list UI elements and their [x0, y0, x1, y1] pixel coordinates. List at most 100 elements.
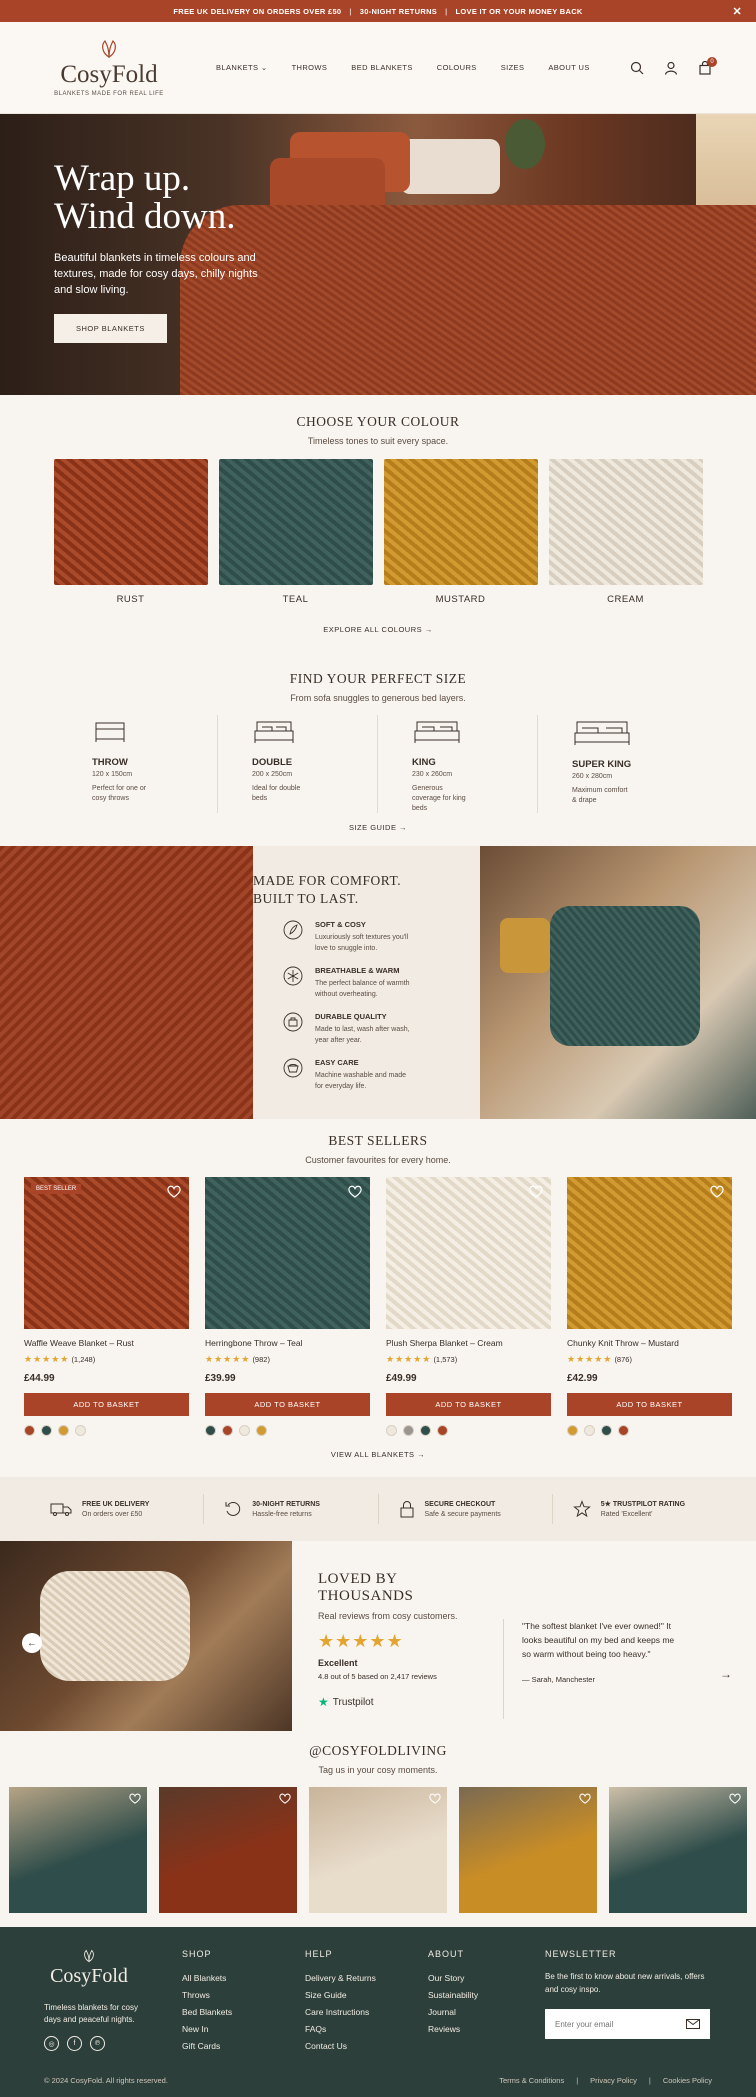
newsletter-form: [545, 2009, 710, 2039]
logo[interactable]: CosyFold BLANKETS MADE FOR REAL LIFE: [44, 39, 174, 97]
heart-icon[interactable]: [279, 1793, 291, 1804]
heart-icon[interactable]: [129, 1793, 141, 1804]
instagram-tile[interactable]: [309, 1787, 447, 1913]
add-to-basket-button[interactable]: ADD TO BASKET: [205, 1393, 370, 1416]
divider: |: [445, 6, 448, 16]
swatch-dot[interactable]: [24, 1425, 35, 1436]
heart-icon[interactable]: [429, 1793, 441, 1804]
add-to-basket-button[interactable]: ADD TO BASKET: [386, 1393, 551, 1416]
footer-link[interactable]: Care Instructions: [305, 2004, 428, 2021]
heart-icon[interactable]: [579, 1793, 591, 1804]
swatch-dot[interactable]: [222, 1425, 233, 1436]
product-image[interactable]: BEST SELLER: [24, 1177, 189, 1329]
footer-link[interactable]: Contact Us: [305, 2038, 428, 2055]
size-card-super-king[interactable]: SUPER KING 260 x 280cm Maximum comfort &…: [538, 715, 698, 813]
footer-link[interactable]: Sustainability: [428, 1987, 545, 2004]
explore-colours-link[interactable]: EXPLORE ALL COLOURS →: [323, 625, 432, 634]
size-card-double[interactable]: DOUBLE 200 x 250cm Ideal for double beds: [218, 715, 378, 813]
swatch-dot[interactable]: [567, 1425, 578, 1436]
colour-card-teal[interactable]: TEAL: [218, 459, 373, 605]
colour-card-mustard[interactable]: MUSTARD: [383, 459, 538, 605]
carousel-prev-button[interactable]: ←: [22, 1633, 42, 1653]
swatch-dot[interactable]: [58, 1425, 69, 1436]
swatch-dot[interactable]: [437, 1425, 448, 1436]
heart-icon[interactable]: [348, 1185, 362, 1198]
rust-blanket-image: [0, 846, 253, 1119]
heart-icon[interactable]: [729, 1793, 741, 1804]
nav-sizes[interactable]: SIZES: [501, 63, 525, 72]
footer-link[interactable]: Delivery & Returns: [305, 1970, 428, 1987]
shop-blankets-button[interactable]: SHOP BLANKETS: [54, 314, 167, 343]
footer-link[interactable]: Journal: [428, 2004, 545, 2021]
add-to-basket-button[interactable]: ADD TO BASKET: [567, 1393, 732, 1416]
product-image[interactable]: [386, 1177, 551, 1329]
swatch-dot[interactable]: [403, 1425, 414, 1436]
quality-badge-icon: [283, 1012, 303, 1032]
heart-icon[interactable]: [710, 1185, 724, 1198]
heart-icon[interactable]: [167, 1185, 181, 1198]
benefit-item: 5★ TRUSTPILOT RATING Rated 'Excellent': [553, 1494, 726, 1524]
pinterest-icon[interactable]: ℗: [90, 2036, 105, 2051]
account-icon[interactable]: [664, 61, 678, 75]
footer-link[interactable]: New In: [182, 2021, 305, 2038]
footer-link[interactable]: All Blankets: [182, 1970, 305, 1987]
add-to-basket-button[interactable]: ADD TO BASKET: [24, 1393, 189, 1416]
swatch-dot[interactable]: [239, 1425, 250, 1436]
size-guide-link[interactable]: SIZE GUIDE →: [349, 823, 407, 832]
search-icon[interactable]: [630, 61, 644, 75]
nav-blankets[interactable]: BLANKETS ⌄: [216, 63, 268, 72]
terms-link[interactable]: Terms & Conditions: [499, 2076, 564, 2085]
privacy-link[interactable]: Privacy Policy: [590, 2076, 637, 2085]
size-card-throw[interactable]: THROW 120 x 150cm Perfect for one or cos…: [58, 715, 218, 813]
footer-link[interactable]: Our Story: [428, 1970, 545, 1987]
nav-about-us[interactable]: ABOUT US: [548, 63, 589, 72]
colour-card-rust[interactable]: RUST: [53, 459, 208, 605]
swatch-dot[interactable]: [601, 1425, 612, 1436]
instagram-icon[interactable]: ◎: [44, 2036, 59, 2051]
product-name[interactable]: Plush Sherpa Blanket – Cream: [386, 1338, 551, 1348]
arrow-right-icon[interactable]: →: [720, 1667, 732, 1681]
nav-colours[interactable]: COLOURS: [437, 63, 477, 72]
footer-link[interactable]: Gift Cards: [182, 2038, 305, 2055]
basket-button[interactable]: 0: [698, 56, 717, 75]
close-icon[interactable]: ✕: [732, 5, 742, 18]
nav-bed-blankets[interactable]: BED BLANKETS: [351, 63, 413, 72]
nav-throws[interactable]: THROWS: [292, 63, 328, 72]
instagram-handle[interactable]: @COSYFOLDLIVING: [0, 1743, 756, 1759]
colour-image: [218, 459, 373, 585]
instagram-tile[interactable]: [9, 1787, 147, 1913]
trustpilot-logo[interactable]: ★ Trustpilot: [318, 1695, 493, 1709]
facebook-icon[interactable]: f: [67, 2036, 82, 2051]
product-card: Herringbone Throw – Teal ★★★★★ (982) £39…: [205, 1177, 370, 1436]
footer-heading: HELP: [305, 1949, 333, 1959]
swatch-dot[interactable]: [75, 1425, 86, 1436]
view-all-blankets-link[interactable]: VIEW ALL BLANKETS →: [331, 1450, 425, 1459]
size-card-king[interactable]: KING 230 x 260cm Generous coverage for k…: [378, 715, 538, 813]
email-input[interactable]: [555, 2019, 665, 2029]
footer-link[interactable]: FAQs: [305, 2021, 428, 2038]
product-name[interactable]: Waffle Weave Blanket – Rust: [24, 1338, 189, 1348]
heart-icon[interactable]: [529, 1185, 543, 1198]
product-name[interactable]: Chunky Knit Throw – Mustard: [567, 1338, 732, 1348]
mail-icon[interactable]: [686, 2019, 700, 2029]
instagram-tile[interactable]: [459, 1787, 597, 1913]
cookies-link[interactable]: Cookies Policy: [663, 2076, 712, 2085]
product-image[interactable]: [205, 1177, 370, 1329]
swatch-dot[interactable]: [618, 1425, 629, 1436]
swatch-dot[interactable]: [256, 1425, 267, 1436]
footer-link[interactable]: Reviews: [428, 2021, 545, 2038]
swatch-dot[interactable]: [205, 1425, 216, 1436]
footer-logo[interactable]: CosyFold: [44, 1965, 134, 1988]
swatch-dot[interactable]: [41, 1425, 52, 1436]
instagram-tile[interactable]: [609, 1787, 747, 1913]
instagram-tile[interactable]: [159, 1787, 297, 1913]
product-name[interactable]: Herringbone Throw – Teal: [205, 1338, 370, 1348]
colour-card-cream[interactable]: CREAM: [548, 459, 703, 605]
footer-link[interactable]: Size Guide: [305, 1987, 428, 2004]
swatch-dot[interactable]: [420, 1425, 431, 1436]
swatch-dot[interactable]: [584, 1425, 595, 1436]
product-image[interactable]: [567, 1177, 732, 1329]
footer-link[interactable]: Bed Blankets: [182, 2004, 305, 2021]
footer-link[interactable]: Throws: [182, 1987, 305, 2004]
swatch-dot[interactable]: [386, 1425, 397, 1436]
